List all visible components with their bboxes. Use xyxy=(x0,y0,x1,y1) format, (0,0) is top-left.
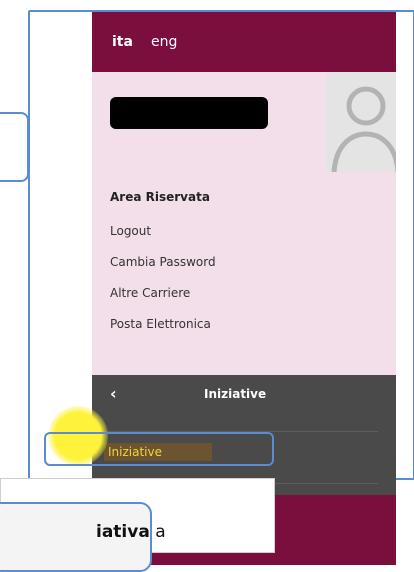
redacted-username xyxy=(110,97,268,129)
user-area: Area Riservata Logout Cambia Password Al… xyxy=(92,72,396,375)
language-ita[interactable]: ita xyxy=(112,34,133,50)
menu-item-altre-carriere[interactable]: Altre Carriere xyxy=(110,286,190,300)
menu-item-posta-elettronica[interactable]: Posta Elettronica xyxy=(110,317,211,331)
tooltip-bold-text: iativa xyxy=(96,522,150,542)
chevron-left-icon[interactable]: ‹ xyxy=(110,384,117,403)
section-title-area-riservata: Area Riservata xyxy=(110,190,210,204)
submenu-title: Iniziative xyxy=(204,387,267,401)
annotation-highlight-box xyxy=(44,432,274,466)
language-bar: ita eng xyxy=(92,12,396,72)
submenu-header[interactable]: ‹ Iniziative xyxy=(92,375,396,415)
menu-item-logout[interactable]: Logout xyxy=(110,224,151,238)
tooltip-text: iativa a xyxy=(96,522,166,542)
avatar xyxy=(326,72,396,172)
language-eng[interactable]: eng xyxy=(151,34,177,50)
side-menu-panel: ita eng Area Riservata Logout Cambia Pas… xyxy=(92,12,396,565)
tooltip-rest-text: a xyxy=(149,522,166,542)
annotation-callout-left xyxy=(0,112,29,182)
menu-item-cambia-password[interactable]: Cambia Password xyxy=(110,255,216,269)
user-placeholder-icon xyxy=(326,72,396,172)
